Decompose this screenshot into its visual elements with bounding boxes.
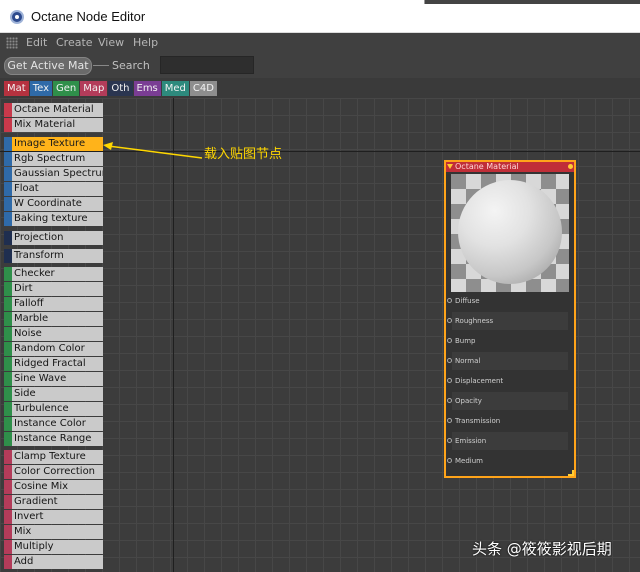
input-label: Medium bbox=[455, 457, 483, 465]
node-list-item[interactable]: Turbulence bbox=[4, 402, 103, 416]
node-list-item[interactable]: Ridged Fractal bbox=[4, 357, 103, 371]
tab-oth[interactable]: Oth bbox=[108, 81, 133, 96]
input-slot[interactable]: Normal bbox=[447, 352, 568, 370]
collapse-icon[interactable] bbox=[447, 164, 453, 169]
node-list-item[interactable]: Float bbox=[4, 182, 103, 196]
input-slot[interactable]: Roughness bbox=[447, 312, 568, 330]
window-title: Octane Node Editor bbox=[31, 9, 146, 24]
input-slot[interactable]: Diffuse bbox=[447, 292, 568, 310]
tab-med[interactable]: Med bbox=[161, 81, 189, 96]
menu-bar: Edit Create View Help bbox=[0, 33, 640, 53]
node-list-item[interactable]: Dirt bbox=[4, 282, 103, 296]
node-list-item[interactable]: Instance Range bbox=[4, 432, 103, 446]
node-list-item[interactable]: Marble bbox=[4, 312, 103, 326]
annotation-label: 载入贴图节点 bbox=[204, 147, 283, 162]
input-label: Emission bbox=[455, 437, 487, 445]
input-pin-icon[interactable] bbox=[447, 418, 452, 423]
input-slot[interactable]: Bump bbox=[447, 332, 568, 350]
node-list-item[interactable]: Transform bbox=[4, 249, 103, 263]
menu-help[interactable]: Help bbox=[133, 36, 158, 49]
input-label: Opacity bbox=[455, 397, 482, 405]
tab-ems[interactable]: Ems bbox=[133, 81, 161, 96]
input-pin-icon[interactable] bbox=[447, 458, 452, 463]
tab-mat[interactable]: Mat bbox=[4, 81, 29, 96]
search-label: Search bbox=[112, 59, 150, 72]
input-pin-icon[interactable] bbox=[447, 318, 452, 323]
toolbar: Get Active Mat Search bbox=[0, 53, 640, 78]
node-list-item[interactable]: Clamp Texture bbox=[4, 450, 103, 464]
node-list-item[interactable]: Instance Color bbox=[4, 417, 103, 431]
node-header[interactable]: Octane Material bbox=[446, 162, 574, 172]
watermark-text: 头条 @筱筱影视后期 bbox=[472, 540, 612, 558]
octane-material-node[interactable]: Octane Material Diffuse Roughness Bump Norm… bbox=[444, 160, 576, 478]
input-label: Displacement bbox=[455, 377, 504, 385]
output-pin-icon[interactable] bbox=[568, 164, 573, 169]
node-list-item[interactable]: Projection bbox=[4, 231, 103, 245]
canvas-axis-vertical bbox=[173, 98, 174, 572]
node-list-item[interactable]: Multiply bbox=[4, 540, 103, 554]
panel-grip-icon[interactable] bbox=[6, 37, 18, 49]
node-list-item[interactable]: Side bbox=[4, 387, 103, 401]
input-slot[interactable]: Transmission bbox=[447, 412, 568, 430]
node-list-item[interactable]: Noise bbox=[4, 327, 103, 341]
input-label: Bump bbox=[455, 337, 476, 345]
node-list-item[interactable]: Sine Wave bbox=[4, 372, 103, 386]
input-pin-icon[interactable] bbox=[447, 398, 452, 403]
input-slot[interactable]: Displacement bbox=[447, 372, 568, 390]
background-window-edge bbox=[424, 0, 640, 4]
node-list-item[interactable]: Checker bbox=[4, 267, 103, 281]
input-pin-icon[interactable] bbox=[447, 358, 452, 363]
input-label: Transmission bbox=[455, 417, 501, 425]
node-list-item[interactable]: Image Texture bbox=[4, 137, 103, 151]
input-slot[interactable]: Medium bbox=[447, 452, 568, 470]
input-slot[interactable]: Emission bbox=[447, 432, 568, 450]
node-list-item[interactable]: Gaussian Spectrum bbox=[4, 167, 103, 181]
material-preview bbox=[451, 174, 569, 292]
annotation-arrow bbox=[103, 142, 203, 159]
input-pin-icon[interactable] bbox=[447, 338, 452, 343]
input-slot[interactable]: Opacity bbox=[447, 392, 568, 410]
input-pin-icon[interactable] bbox=[447, 378, 452, 383]
search-divider bbox=[93, 65, 109, 66]
node-title: Octane Material bbox=[455, 162, 519, 171]
category-tabs: Mat Tex Gen Map Oth Ems Med C4D bbox=[4, 81, 217, 96]
node-list-item[interactable]: Falloff bbox=[4, 297, 103, 311]
node-list-item[interactable]: Octane Material bbox=[4, 103, 103, 117]
preview-sphere bbox=[458, 180, 562, 284]
node-list-item[interactable]: Add bbox=[4, 555, 103, 569]
node-list-item[interactable]: Color Correction bbox=[4, 465, 103, 479]
tab-gen[interactable]: Gen bbox=[53, 81, 80, 96]
node-list-item[interactable]: Rgb Spectrum bbox=[4, 152, 103, 166]
menu-create[interactable]: Create bbox=[56, 36, 93, 49]
menu-edit[interactable]: Edit bbox=[26, 36, 47, 49]
get-active-mat-button[interactable]: Get Active Mat bbox=[4, 57, 92, 75]
node-list-item[interactable]: Random Color bbox=[4, 342, 103, 356]
node-list-item[interactable]: Gradient bbox=[4, 495, 103, 509]
input-label: Normal bbox=[455, 357, 481, 365]
input-label: Roughness bbox=[455, 317, 494, 325]
resize-handle-icon[interactable] bbox=[568, 470, 574, 476]
tab-c4d[interactable]: C4D bbox=[189, 81, 217, 96]
node-list-item[interactable]: Mix Material bbox=[4, 118, 103, 132]
tab-tex[interactable]: Tex bbox=[29, 81, 52, 96]
cinema4d-app-icon bbox=[10, 10, 24, 24]
search-input[interactable] bbox=[160, 56, 254, 74]
node-list-item[interactable]: Mix bbox=[4, 525, 103, 539]
node-list-item[interactable]: Invert bbox=[4, 510, 103, 524]
input-pin-icon[interactable] bbox=[447, 298, 452, 303]
node-list-item[interactable]: Baking texture bbox=[4, 212, 103, 226]
input-pin-icon[interactable] bbox=[447, 438, 452, 443]
title-bar: Octane Node Editor bbox=[0, 0, 640, 33]
node-list-item[interactable]: W Coordinate bbox=[4, 197, 103, 211]
menu-view[interactable]: View bbox=[98, 36, 124, 49]
node-list-item[interactable]: Cosine Mix bbox=[4, 480, 103, 494]
tab-map[interactable]: Map bbox=[80, 81, 108, 96]
input-label: Diffuse bbox=[455, 297, 480, 305]
